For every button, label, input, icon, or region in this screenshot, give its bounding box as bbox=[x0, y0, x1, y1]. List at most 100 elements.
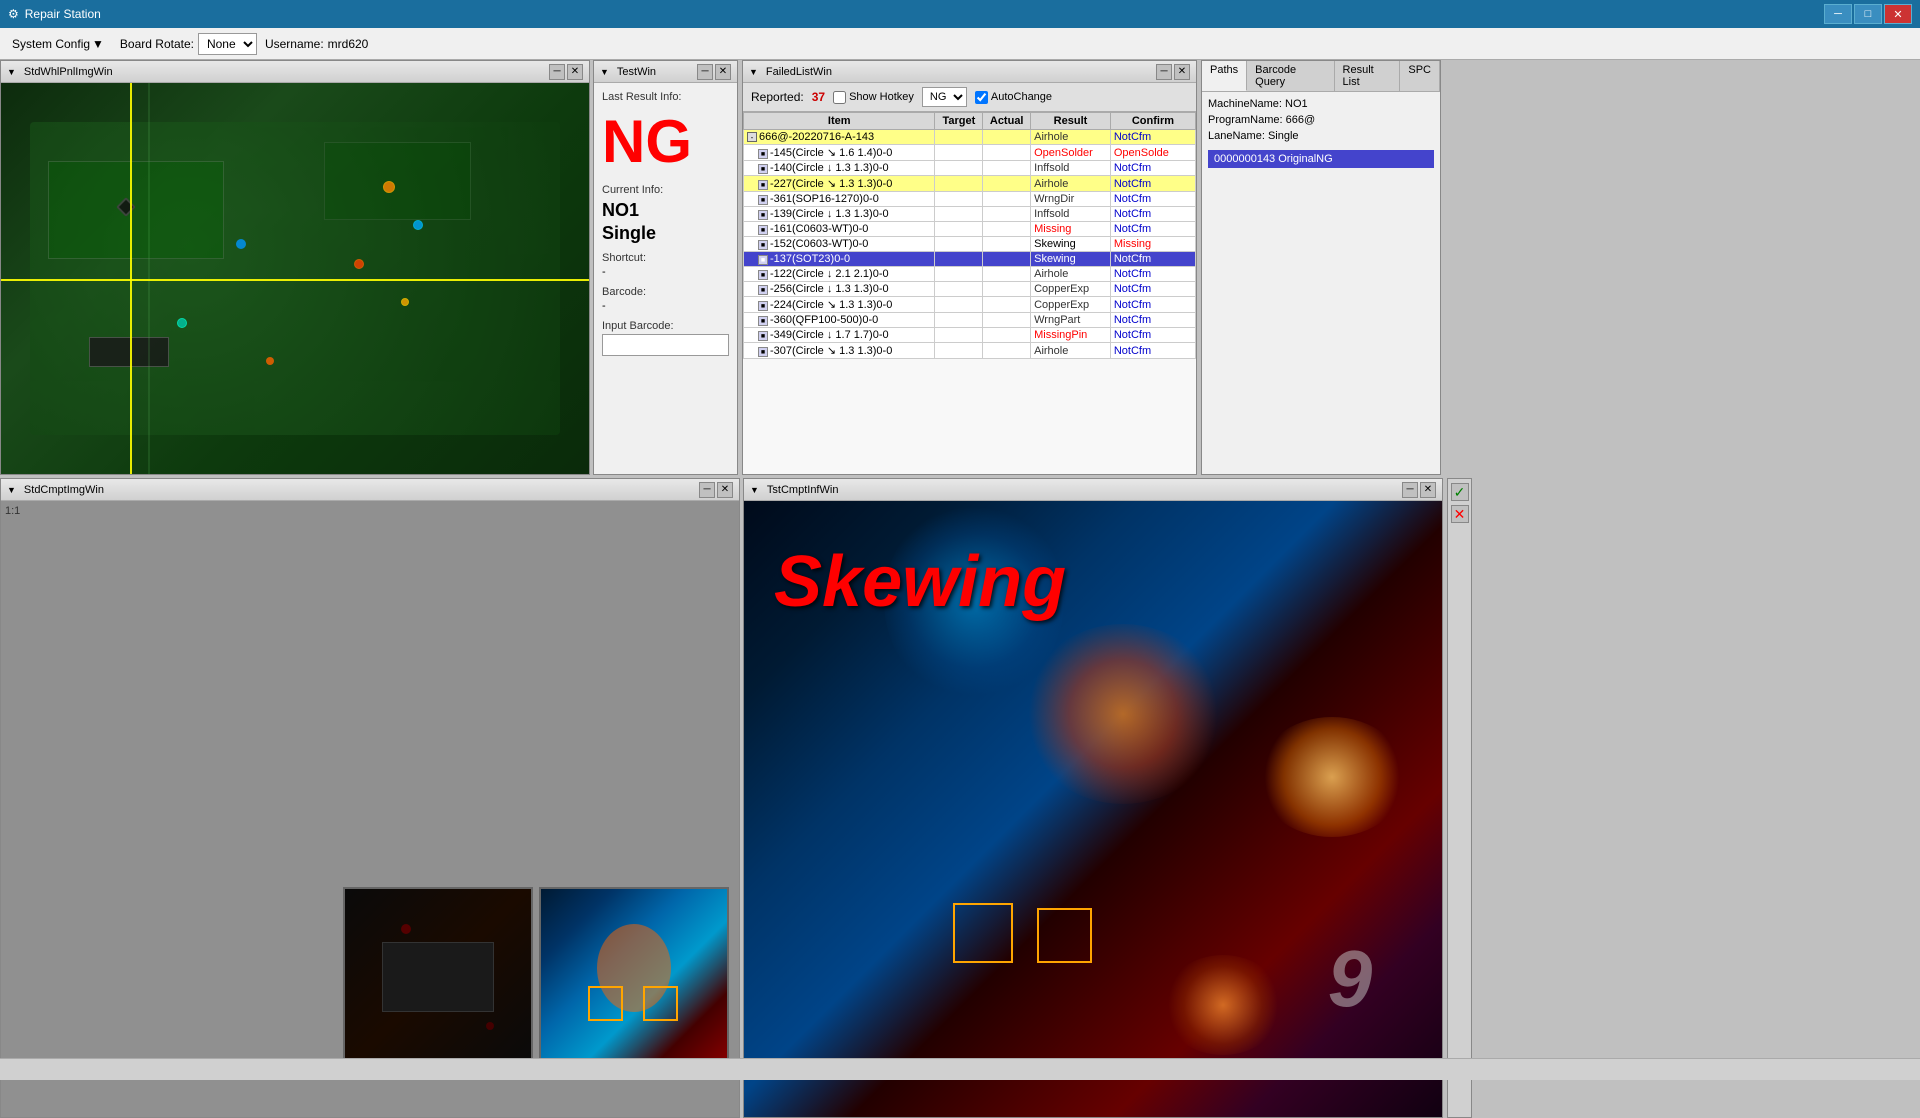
cell-item: ■-139(Circle ↓ 1.3 1.3)0-0 bbox=[744, 207, 935, 222]
side-btn-1[interactable]: ✓ bbox=[1451, 483, 1469, 501]
table-row[interactable]: ■-224(Circle ↘ 1.3 1.3)0-0 CopperExp Not… bbox=[744, 297, 1196, 313]
cell-actual bbox=[983, 161, 1031, 176]
col-actual[interactable]: Actual bbox=[983, 113, 1031, 130]
table-row[interactable]: ■-307(Circle ↘ 1.3 1.3)0-0 Airhole NotCf… bbox=[744, 343, 1196, 359]
table-row[interactable]: ■-161(C0603-WT)0-0 Missing NotCfm bbox=[744, 222, 1196, 237]
bottom-left-panel-header: ▼ StdCmptImgWin ─ ✕ bbox=[1, 479, 739, 501]
table-row[interactable]: ■-140(Circle ↓ 1.3 1.3)0-0 Inffsold NotC… bbox=[744, 161, 1196, 176]
test-panel-minimize[interactable]: ─ bbox=[697, 64, 713, 80]
system-config-menu[interactable]: System Config ▼ bbox=[4, 33, 112, 55]
cell-result: Missing bbox=[1031, 222, 1111, 237]
cell-target bbox=[935, 192, 983, 207]
bottom-left-minimize[interactable]: ─ bbox=[699, 482, 715, 498]
right-tabs: Paths Barcode Query Result List SPC bbox=[1202, 61, 1440, 92]
col-result[interactable]: Result bbox=[1031, 113, 1111, 130]
thumbnail-left bbox=[343, 887, 533, 1067]
failed-header-bar: Reported: 37 Show Hotkey NG OK All AutoC… bbox=[743, 83, 1196, 112]
cell-confirm: NotCfm bbox=[1110, 130, 1195, 145]
table-row[interactable]: ■-152(C0603-WT)0-0 Skewing Missing bbox=[744, 237, 1196, 252]
result-list-item[interactable]: 0000000143 OriginalNG bbox=[1208, 150, 1434, 168]
cell-target bbox=[935, 267, 983, 282]
test-panel-header: ▼ TestWin ─ ✕ bbox=[594, 61, 737, 83]
table-row[interactable]: ■-361(SOP16-1270)0-0 WrngDir NotCfm bbox=[744, 192, 1196, 207]
barcode-input[interactable] bbox=[602, 334, 729, 356]
pcb-panel-minimize[interactable]: ─ bbox=[549, 64, 565, 80]
cell-result: WrngPart bbox=[1031, 313, 1111, 328]
maximize-button[interactable]: □ bbox=[1854, 4, 1882, 24]
tab-barcode-query[interactable]: Barcode Query bbox=[1247, 61, 1334, 91]
bottom-right-minimize[interactable]: ─ bbox=[1402, 482, 1418, 498]
table-row[interactable]: ■-139(Circle ↓ 1.3 1.3)0-0 Inffsold NotC… bbox=[744, 207, 1196, 222]
autochange-checkbox-label[interactable]: AutoChange bbox=[975, 91, 1052, 104]
cell-target bbox=[935, 328, 983, 343]
panel-arrow-icon: ▼ bbox=[7, 67, 16, 77]
cell-item: ■-140(Circle ↓ 1.3 1.3)0-0 bbox=[744, 161, 935, 176]
cell-actual bbox=[983, 130, 1031, 145]
tab-result-list[interactable]: Result List bbox=[1335, 61, 1401, 91]
table-row[interactable]: ■-145(Circle ↘ 1.6 1.4)0-0 OpenSolder Op… bbox=[744, 145, 1196, 161]
machine-name-row: MachineName: NO1 bbox=[1208, 98, 1434, 110]
program-name-display: 666@ bbox=[1286, 114, 1316, 126]
table-row[interactable]: ■-137(SOT23)0-0 Skewing NotCfm bbox=[744, 252, 1196, 267]
tab-paths[interactable]: Paths bbox=[1202, 61, 1247, 91]
testing-select[interactable]: NG OK All bbox=[922, 87, 967, 107]
side-btn-2[interactable]: ✕ bbox=[1451, 505, 1469, 523]
cell-actual bbox=[983, 313, 1031, 328]
pcb-panel-close[interactable]: ✕ bbox=[567, 64, 583, 80]
bottom-left-panel-title: StdCmptImgWin bbox=[24, 484, 104, 496]
table-row[interactable]: -666@-20220716-A-143 Airhole NotCfm bbox=[744, 130, 1196, 145]
cell-actual bbox=[983, 176, 1031, 192]
table-row[interactable]: ■-227(Circle ↘ 1.3 1.3)0-0 Airhole NotCf… bbox=[744, 176, 1196, 192]
autochange-checkbox[interactable] bbox=[975, 91, 988, 104]
failed-panel-minimize[interactable]: ─ bbox=[1156, 64, 1172, 80]
failed-table-wrapper[interactable]: Item Target Actual Result Confirm -666@-… bbox=[743, 112, 1196, 471]
skewing-label: Skewing bbox=[774, 541, 1066, 623]
table-row[interactable]: ■-360(QFP100-500)0-0 WrngPart NotCfm bbox=[744, 313, 1196, 328]
check-icon: ✓ bbox=[1454, 484, 1466, 501]
reported-label: Reported: bbox=[751, 90, 804, 104]
cell-result: Inffsold bbox=[1031, 207, 1111, 222]
thermal-box-2 bbox=[643, 986, 678, 1021]
bottom-right-close[interactable]: ✕ bbox=[1420, 482, 1436, 498]
shortcut-label: Shortcut: bbox=[602, 252, 729, 264]
cell-actual bbox=[983, 192, 1031, 207]
cell-result: Skewing bbox=[1031, 237, 1111, 252]
cell-actual bbox=[983, 267, 1031, 282]
show-hotkey-checkbox[interactable] bbox=[833, 91, 846, 104]
table-row[interactable]: ■-349(Circle ↓ 1.7 1.7)0-0 MissingPin No… bbox=[744, 328, 1196, 343]
app-icon: ⚙ bbox=[8, 7, 19, 21]
cell-result: Airhole bbox=[1031, 343, 1111, 359]
cell-result: CopperExp bbox=[1031, 297, 1111, 313]
cell-target bbox=[935, 145, 983, 161]
test-panel-close[interactable]: ✕ bbox=[715, 64, 731, 80]
reported-count: 37 bbox=[812, 90, 825, 104]
test-content: Last Result Info: NG Current Info: NO1 S… bbox=[594, 83, 737, 474]
show-hotkey-checkbox-label[interactable]: Show Hotkey bbox=[833, 91, 914, 104]
shortcut-value: - bbox=[602, 266, 729, 278]
board-rotate-select[interactable]: None 90 180 270 bbox=[198, 33, 257, 55]
col-target[interactable]: Target bbox=[935, 113, 983, 130]
bottom-left-close[interactable]: ✕ bbox=[717, 482, 733, 498]
cell-item: ■-224(Circle ↘ 1.3 1.3)0-0 bbox=[744, 297, 935, 313]
cell-confirm: NotCfm bbox=[1110, 267, 1195, 282]
title-bar: ⚙ Repair Station ─ □ ✕ bbox=[0, 0, 1920, 28]
col-confirm[interactable]: Confirm bbox=[1110, 113, 1195, 130]
cell-item: ■-122(Circle ↓ 2.1 2.1)0-0 bbox=[744, 267, 935, 282]
machine-name-label: MachineName: bbox=[1208, 98, 1282, 110]
cell-confirm: NotCfm bbox=[1110, 161, 1195, 176]
minimize-button[interactable]: ─ bbox=[1824, 4, 1852, 24]
thermal-box-1 bbox=[588, 986, 623, 1021]
current-info-label: Current Info: bbox=[602, 184, 729, 196]
cell-item: -666@-20220716-A-143 bbox=[744, 130, 935, 145]
machine-name-display: NO1 bbox=[1285, 98, 1308, 110]
table-row[interactable]: ■-122(Circle ↓ 2.1 2.1)0-0 Airhole NotCf… bbox=[744, 267, 1196, 282]
cell-confirm: NotCfm bbox=[1110, 207, 1195, 222]
failed-panel-close[interactable]: ✕ bbox=[1174, 64, 1190, 80]
table-row[interactable]: ■-256(Circle ↓ 1.3 1.3)0-0 CopperExp Not… bbox=[744, 282, 1196, 297]
col-item[interactable]: Item bbox=[744, 113, 935, 130]
cell-item: ■-307(Circle ↘ 1.3 1.3)0-0 bbox=[744, 343, 935, 359]
cell-actual bbox=[983, 222, 1031, 237]
failed-panel-arrow: ▼ bbox=[749, 67, 758, 77]
close-button[interactable]: ✕ bbox=[1884, 4, 1912, 24]
tab-spc[interactable]: SPC bbox=[1400, 61, 1440, 91]
